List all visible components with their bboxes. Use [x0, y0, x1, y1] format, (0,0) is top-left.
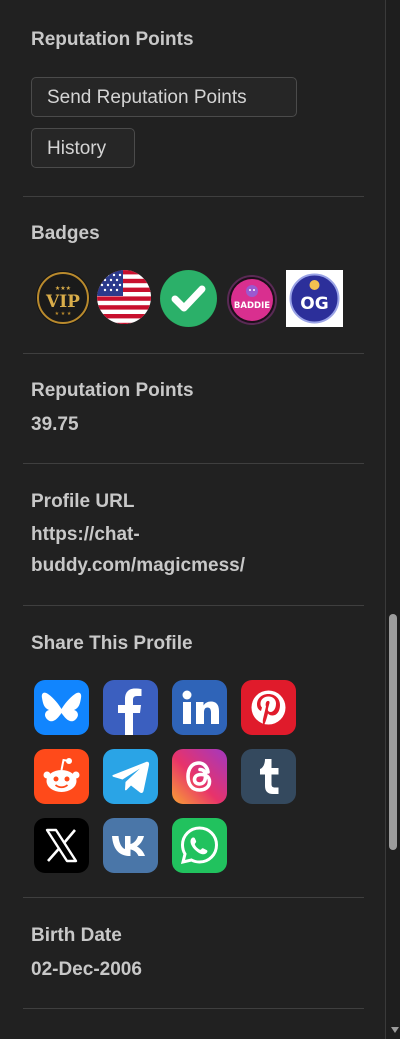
svg-text:★ ★ ★: ★ ★ ★ — [55, 311, 72, 317]
divider — [23, 196, 364, 197]
scroll-down-arrow-icon[interactable] — [391, 1027, 399, 1033]
profile-sidebar: Reputation Points Send Reputation Points… — [0, 0, 386, 1039]
divider — [23, 353, 364, 354]
x-icon[interactable] — [34, 818, 89, 873]
profile-url-line-2[interactable]: buddy.com/magicmess/ — [23, 550, 372, 581]
reddit-icon[interactable] — [34, 749, 89, 804]
facebook-icon[interactable] — [103, 680, 158, 735]
divider — [23, 463, 364, 464]
divider — [23, 897, 364, 898]
divider — [23, 1008, 364, 1009]
divider — [23, 605, 364, 606]
threads-icon[interactable] — [172, 749, 227, 804]
profile-url-line-1[interactable]: https://chat- — [23, 519, 372, 550]
reputation-points-heading: Reputation Points — [31, 380, 194, 401]
svg-text:OG: OG — [300, 294, 328, 314]
profile-url-heading: Profile URL — [31, 491, 135, 512]
birth-date-heading: Birth Date — [31, 925, 122, 946]
svg-text:★★★: ★★★ — [55, 285, 71, 292]
baddie-badge-icon: BADDIE — [227, 275, 277, 325]
pinterest-icon[interactable] — [241, 680, 296, 735]
birth-date-value: 02-Dec-2006 — [31, 959, 142, 980]
reputation-points-value: 39.75 — [31, 414, 79, 435]
share-profile-heading: Share This Profile — [31, 633, 193, 654]
badges-heading: Badges — [31, 223, 100, 244]
linkedin-icon[interactable] — [172, 680, 227, 735]
svg-text:VIP: VIP — [45, 292, 80, 312]
send-reputation-points-button[interactable]: Send Reputation Points — [31, 77, 297, 117]
history-button[interactable]: History — [31, 128, 135, 168]
us-flag-badge-icon — [97, 270, 151, 324]
telegram-icon[interactable] — [103, 749, 158, 804]
whatsapp-icon[interactable] — [172, 818, 227, 873]
reputation-actions-heading: Reputation Points — [31, 29, 194, 50]
verified-check-badge-icon — [160, 270, 217, 327]
svg-text:BADDIE: BADDIE — [234, 301, 270, 311]
scrollbar-thumb[interactable] — [389, 614, 397, 850]
bluesky-icon[interactable] — [34, 680, 89, 735]
scrollbar-track[interactable] — [386, 0, 400, 1039]
vip-badge-icon: ★★★ VIP ★ ★ ★ — [36, 271, 90, 325]
vk-icon[interactable] — [103, 818, 158, 873]
tumblr-icon[interactable] — [241, 749, 296, 804]
og-badge-icon: OG — [286, 270, 343, 327]
